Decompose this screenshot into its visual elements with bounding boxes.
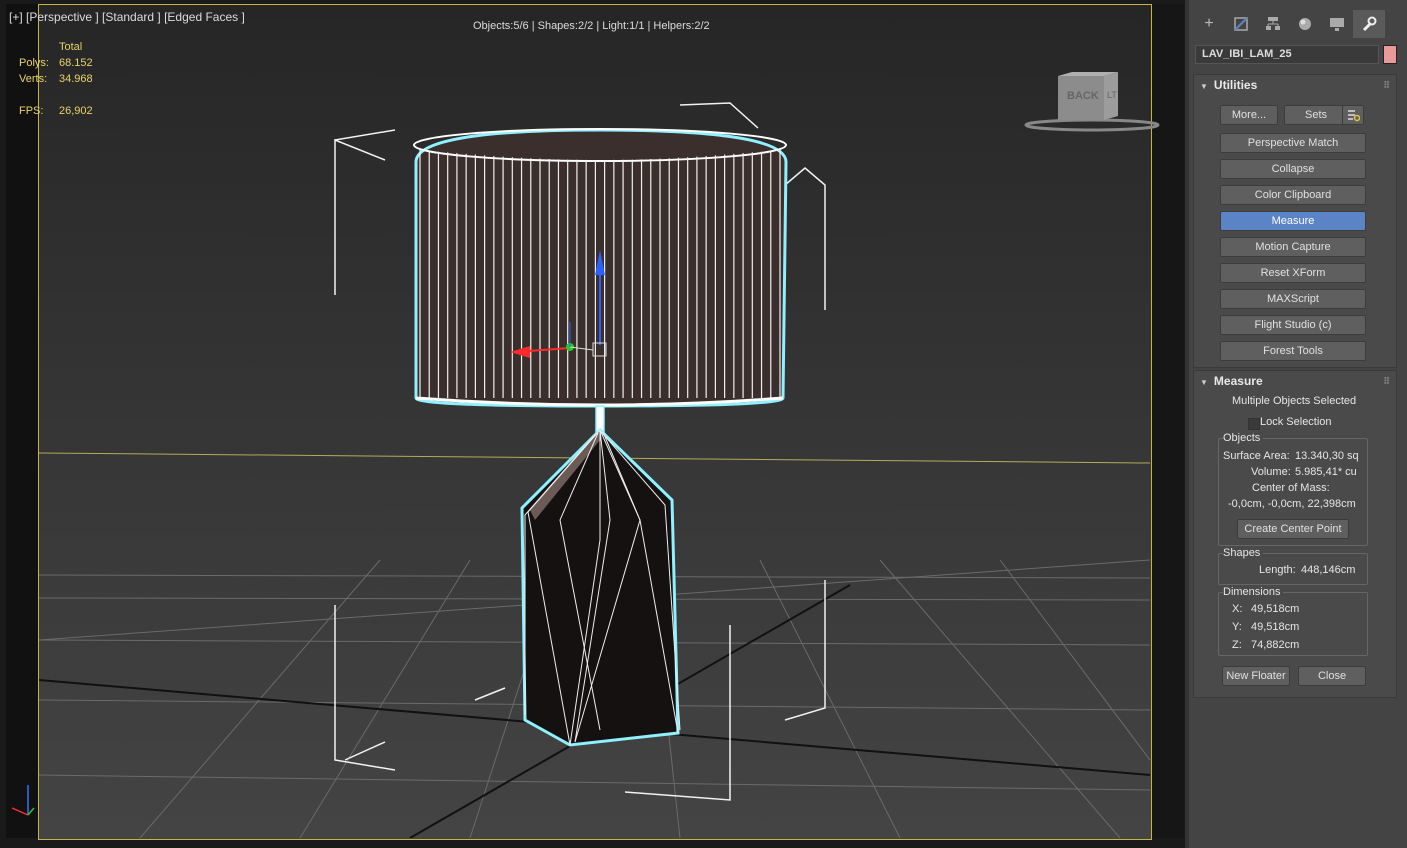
forest-tools-button[interactable]: Forest Tools [1220,341,1366,361]
measure-rollout: ▼ Measure ⠿ Multiple Objects Selected Loc… [1193,370,1397,698]
center-of-mass-value: -0,0cm, -0,0cm, 22,398cm [1228,498,1356,510]
hierarchy-icon[interactable] [1257,10,1289,38]
maxscript-button[interactable]: MAXScript [1220,289,1366,309]
viewcube-back-label[interactable]: BACK [1067,90,1099,102]
length-value: 448,146cm [1301,564,1356,576]
shapes-group-title: Shapes [1223,547,1264,559]
new-floater-button[interactable]: New Floater [1222,666,1290,686]
utilities-rollout: ▼ Utilities ⠿ More... Sets Perspective Ma… [1193,74,1397,368]
viewcube-side-label[interactable]: LT [1107,90,1117,100]
perspective-match-button[interactable]: Perspective Match [1220,133,1366,153]
dimension-z-label: Z: [1232,639,1242,651]
collapse-arrow-icon: ▼ [1200,82,1208,91]
object-color-swatch[interactable] [1383,45,1397,64]
sets-button[interactable]: Sets [1284,105,1348,125]
utilities-icon[interactable] [1353,10,1385,38]
dimension-z-value: 74,882cm [1251,639,1300,651]
stats-total-header: Total [59,41,83,53]
utilities-rollout-header[interactable]: ▼ Utilities ⠿ [1194,75,1396,95]
volume-label: Volume: [1251,466,1291,478]
shapes-group: Shapes Length: 448,146cm [1218,547,1368,585]
scene-render[interactable] [0,0,1185,848]
viewport-label-menu[interactable]: [+] [Perspective ] [Standard ] [Edged Fa… [9,10,245,24]
dimension-x-label: X: [1232,603,1243,615]
configure-sets-icon[interactable] [1342,105,1364,125]
color-clipboard-button[interactable]: Color Clipboard [1220,185,1366,205]
display-icon[interactable] [1321,10,1353,38]
dimension-x-value: 49,518cm [1251,603,1300,615]
axis-tripod [11,785,35,816]
measure-title: Measure [1213,374,1263,388]
length-label: Length: [1259,564,1296,576]
more-button[interactable]: More... [1220,105,1278,125]
scene-statistics: Objects:5/6 | Shapes:2/2 | Light:1/1 | H… [473,20,710,32]
fps-value: 26,902 [59,105,93,117]
flight-studio-button[interactable]: Flight Studio (c) [1220,315,1366,335]
fps-label: FPS: [19,105,44,117]
viewport-statistics: Total Polys: 68.152 Verts: 34.968 FPS: 26,9… [19,41,93,121]
modify-icon[interactable] [1225,10,1257,38]
command-panel-tabs: + [1193,10,1393,38]
create-icon[interactable]: + [1193,10,1225,38]
polys-value: 68.152 [59,57,93,69]
center-of-mass-label: Center of Mass: [1252,482,1330,494]
surface-area-value: 13.340,30 sq [1295,450,1359,462]
lock-selection-label[interactable]: Lock Selection [1260,416,1332,428]
utilities-title: Utilities [1213,78,1258,92]
measure-button[interactable]: Measure [1220,211,1366,231]
collapse-button[interactable]: Collapse [1220,159,1366,179]
volume-value: 5.985,41* cu [1295,466,1357,478]
lamp-base [520,427,681,747]
command-panel: + LAV_IBI_LAM_25 ▼ Utilities ⠿ More... Se… [1185,0,1407,848]
dimensions-group: Dimensions X: 49,518cm Y: 49,518cm Z: 74… [1218,586,1368,656]
measure-rollout-header[interactable]: ▼ Measure ⠿ [1194,371,1396,391]
selection-status: Multiple Objects Selected [1232,395,1357,407]
collapse-arrow-icon: ▼ [1200,378,1208,387]
dimension-y-label: Y: [1232,621,1242,633]
grip-icon: ⠿ [1383,376,1390,386]
create-center-point-button[interactable]: Create Center Point [1237,519,1349,539]
motion-icon[interactable] [1289,10,1321,38]
dimensions-group-title: Dimensions [1223,586,1284,598]
lock-selection-checkbox[interactable] [1248,418,1260,430]
motion-capture-button[interactable]: Motion Capture [1220,237,1366,257]
polys-label: Polys: [19,57,49,69]
verts-label: Verts: [19,73,48,85]
objects-group-title: Objects [1223,432,1264,444]
object-name-field[interactable]: LAV_IBI_LAM_25 [1195,45,1379,64]
grip-icon: ⠿ [1383,80,1390,90]
dimension-y-value: 49,518cm [1251,621,1300,633]
reset-xform-button[interactable]: Reset XForm [1220,263,1366,283]
close-button[interactable]: Close [1298,666,1366,686]
surface-area-label: Surface Area: [1223,450,1290,462]
objects-group: Objects Surface Area: 13.340,30 sq Volum… [1218,432,1368,546]
verts-value: 34.968 [59,73,93,85]
